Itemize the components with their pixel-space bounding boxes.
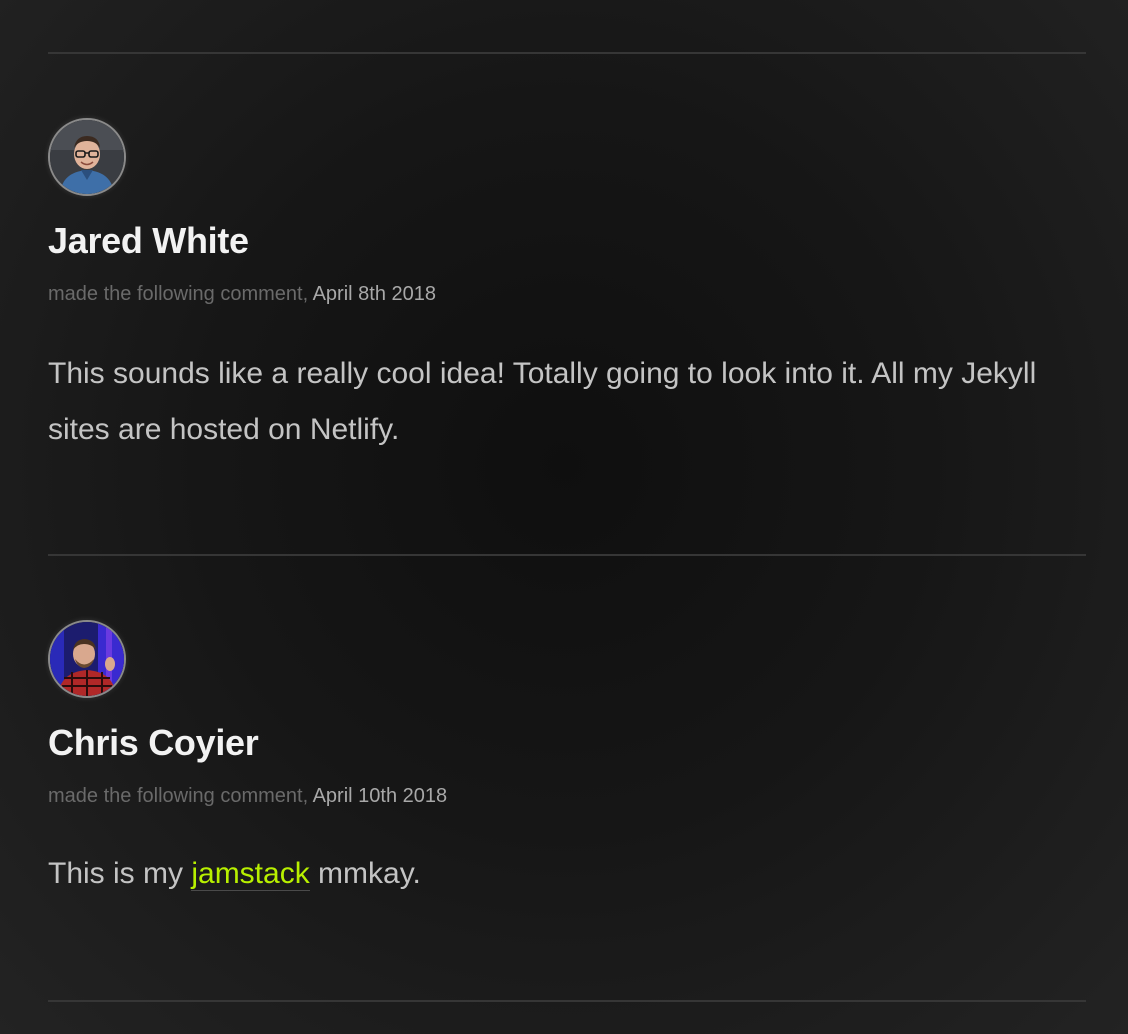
comment-meta-prefix: made the following comment, xyxy=(48,785,309,807)
avatar xyxy=(48,620,126,698)
comment-divider xyxy=(48,1000,1086,1002)
comment-date: April 10th 2018 xyxy=(312,785,448,807)
comment-meta-prefix: made the following comment, xyxy=(48,283,309,305)
comment-meta: made the following comment, April 8th 20… xyxy=(48,283,436,306)
comment-author: Chris Coyier xyxy=(48,722,259,763)
avatar-image xyxy=(50,622,124,696)
comment-body: This is my jamstack mmkay. xyxy=(48,846,1048,902)
comment-date: April 8th 2018 xyxy=(312,283,437,305)
comment-author: Jared White xyxy=(48,220,249,261)
jamstack-link[interactable]: jamstack xyxy=(191,857,310,891)
avatar xyxy=(48,118,126,196)
comment-body: This sounds like a really cool idea! Tot… xyxy=(48,357,1037,446)
avatar-image xyxy=(50,120,124,194)
comment-item: Jared White made the following comment, … xyxy=(48,118,1048,498)
comment-divider xyxy=(48,554,1086,556)
comment-meta: made the following comment, April 10th 2… xyxy=(48,785,447,808)
comment-body-text: mmkay. xyxy=(318,857,421,890)
comment-item: Chris Coyier made the following comment,… xyxy=(48,620,1048,980)
comment-divider xyxy=(48,52,1086,54)
comment-body-text: This is my xyxy=(48,857,183,890)
